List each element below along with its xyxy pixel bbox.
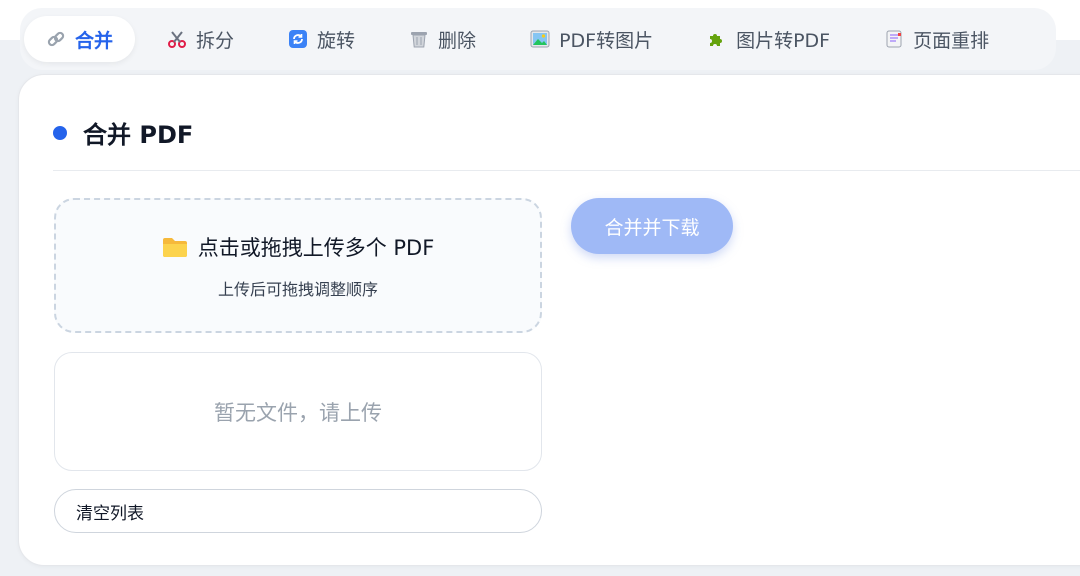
trash-icon — [411, 32, 428, 48]
scissors-icon — [168, 31, 187, 48]
rotate-icon — [289, 30, 308, 48]
merge-card: 合并 PDF 点击或拖拽上传多个 PDF 上传后可拖拽调整顺序 暂无文件，请上传… — [18, 74, 1080, 566]
divider — [53, 170, 1080, 171]
link-icon — [47, 31, 65, 47]
tab-label: 图片转PDF — [736, 29, 831, 52]
merge-download-button[interactable]: 合并并下载 — [571, 198, 733, 254]
tab-label: 合并 — [75, 29, 114, 52]
clear-list-button[interactable]: 清空列表 — [54, 489, 542, 533]
page-title: 合并 PDF — [83, 121, 194, 149]
folder-icon — [162, 237, 187, 257]
puzzle-icon — [710, 34, 723, 46]
upload-title-row: 点击或拖拽上传多个 PDF — [162, 232, 435, 262]
tab-label: 页面重排 — [913, 29, 990, 52]
tab-label: PDF转图片 — [559, 29, 654, 52]
tab-label: 旋转 — [317, 29, 356, 52]
tab-label: 拆分 — [196, 29, 235, 52]
tab-image-to-pdf[interactable]: 图片转PDF — [685, 16, 852, 62]
page-icon — [886, 30, 902, 48]
picture-icon — [530, 30, 550, 48]
file-list: 暂无文件，请上传 — [54, 352, 542, 471]
tab-merge[interactable]: 合并 — [24, 16, 136, 62]
tab-pdf-to-image[interactable]: PDF转图片 — [508, 16, 675, 62]
upload-title: 点击或拖拽上传多个 PDF — [197, 235, 435, 260]
empty-state-text: 暂无文件，请上传 — [214, 400, 382, 425]
upload-dropzone[interactable]: 点击或拖拽上传多个 PDF 上传后可拖拽调整顺序 — [54, 198, 542, 333]
tab-delete[interactable]: 删除 — [387, 16, 498, 62]
tab-label: 删除 — [438, 29, 477, 52]
upload-hint: 上传后可拖拽调整顺序 — [217, 279, 378, 299]
tab-split[interactable]: 拆分 — [145, 16, 256, 62]
tab-reorder-pages[interactable]: 页面重排 — [862, 16, 1011, 62]
card-header: 合并 PDF — [53, 115, 193, 150]
title-dot-icon — [53, 125, 67, 140]
tab-rotate[interactable]: 旋转 — [266, 16, 377, 62]
tool-tabs: 合并 拆分 旋转 删除 PDF转图片 图片转PDF 页面重排 — [20, 8, 1056, 70]
